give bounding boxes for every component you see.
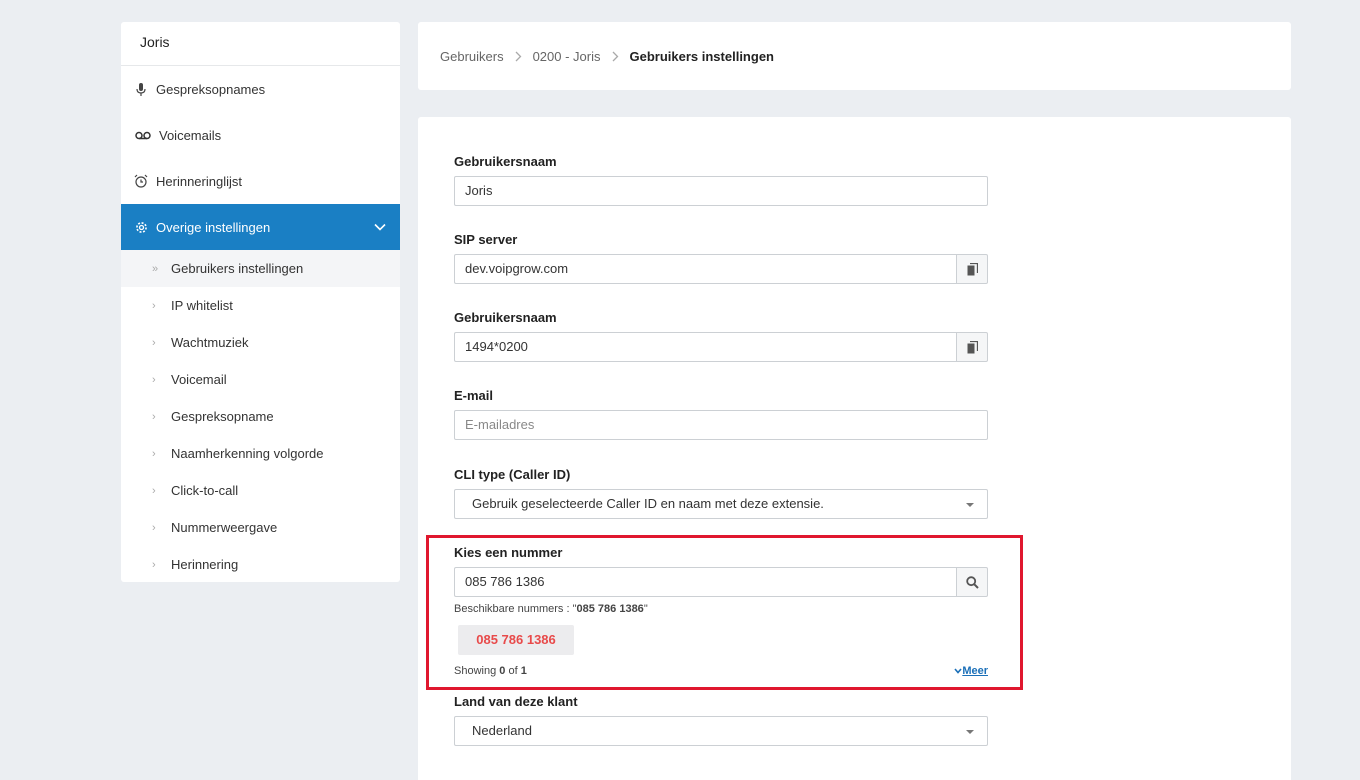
country-value: Nederland xyxy=(472,723,532,738)
sip-username-input[interactable]: 1494*0200 xyxy=(454,332,957,362)
username-input[interactable]: Joris xyxy=(454,176,988,206)
sidebar-subitem-nummerweergave[interactable]: › Nummerweergave xyxy=(121,509,400,546)
sidebar-subitem-click-to-call[interactable]: › Click-to-call xyxy=(121,472,400,509)
sidebar-subitem-label: Wachtmuziek xyxy=(171,335,249,350)
sidebar-item-overige-instellingen[interactable]: Overige instellingen xyxy=(121,204,400,250)
sidebar-title: Joris xyxy=(121,22,400,66)
sip-username-label: Gebruikersnaam xyxy=(454,310,557,325)
sidebar-subitem-naamherkenning-volgorde[interactable]: › Naamherkenning volgorde xyxy=(121,435,400,472)
breadcrumb-user[interactable]: 0200 - Joris xyxy=(533,49,601,64)
country-field-group: Land van deze klant Nederland xyxy=(454,694,988,746)
dropdown-caret-icon xyxy=(966,503,974,507)
country-label: Land van deze klant xyxy=(454,694,578,709)
pagination-info: Showing 0 of 1 Meer xyxy=(454,665,988,677)
double-chevron-right-icon: » xyxy=(152,262,159,275)
chevron-right-icon: › xyxy=(152,521,156,534)
chevron-right-icon: › xyxy=(152,336,156,349)
sidebar-item-label: Gespreksopnames xyxy=(156,81,266,97)
cli-type-label: CLI type (Caller ID) xyxy=(454,467,571,482)
sidebar: Joris Gespreksopnames Voicemails Herinne… xyxy=(121,22,400,582)
chevron-right-icon: › xyxy=(152,373,156,386)
sidebar-subitem-ip-whitelist[interactable]: › IP whitelist xyxy=(121,287,400,324)
sip-server-field-group: SIP server dev.voipgrow.com xyxy=(454,232,988,284)
search-icon xyxy=(965,575,979,589)
number-label: Kies een nummer xyxy=(454,545,563,560)
chevron-right-icon: › xyxy=(152,447,156,460)
alarm-clock-icon xyxy=(134,174,148,188)
breadcrumb-current: Gebruikers instellingen xyxy=(629,48,775,64)
showing-total: 1 xyxy=(520,665,527,677)
sidebar-subitem-label: Nummerweergave xyxy=(171,520,278,535)
breadcrumb-gebruikers[interactable]: Gebruikers xyxy=(440,49,504,64)
chevron-right-icon: › xyxy=(152,558,156,571)
chevron-right-icon: › xyxy=(152,410,156,423)
sidebar-subitem-label: Naamherkenning volgorde xyxy=(171,446,324,461)
copy-sip-server-button[interactable] xyxy=(956,254,988,284)
dropdown-caret-icon xyxy=(966,730,974,734)
sidebar-item-label: Overige instellingen xyxy=(156,219,271,235)
copy-icon xyxy=(967,340,978,353)
sidebar-item-label: Voicemails xyxy=(159,127,222,143)
email-field-group: E-mail E-mailadres xyxy=(454,388,988,440)
email-field[interactable]: E-mailadres xyxy=(454,410,988,440)
available-numbers-hint: Beschikbare nummers : "085 786 1386" xyxy=(454,603,648,615)
voicemail-icon xyxy=(134,128,151,142)
sidebar-subitem-wachtmuziek[interactable]: › Wachtmuziek xyxy=(121,324,400,361)
number-field-group: Kies een nummer 085 786 1386 Beschikbare… xyxy=(454,545,988,679)
email-label: E-mail xyxy=(454,388,494,403)
number-search-input[interactable]: 085 786 1386 xyxy=(454,567,957,597)
sidebar-subitem-label: Gespreksopname xyxy=(171,409,274,424)
sidebar-subitem-herinnering[interactable]: › Herinnering xyxy=(121,546,400,583)
available-number: 085 786 1386 xyxy=(576,603,644,615)
sidebar-subitem-gebruikers-instellingen[interactable]: » Gebruikers instellingen xyxy=(121,250,400,287)
cli-type-select[interactable]: Gebruik geselecteerde Caller ID en naam … xyxy=(454,489,988,519)
sidebar-item-gespreksopnames[interactable]: Gespreksopnames xyxy=(121,66,400,112)
sidebar-subitem-label: Click-to-call xyxy=(171,483,239,498)
cli-type-field-group: CLI type (Caller ID) Gebruik geselecteer… xyxy=(454,467,988,519)
microphone-icon xyxy=(134,82,148,96)
sip-username-field-group: Gebruikersnaam 1494*0200 xyxy=(454,310,988,362)
sidebar-subitem-gespreksopname[interactable]: › Gespreksopname xyxy=(121,398,400,435)
sidebar-item-voicemails[interactable]: Voicemails xyxy=(121,112,400,158)
chevron-right-icon xyxy=(612,51,619,62)
sidebar-subitem-label: IP whitelist xyxy=(171,298,233,313)
copy-icon xyxy=(967,262,978,275)
username-label: Gebruikersnaam xyxy=(454,154,557,169)
chevron-right-icon: › xyxy=(152,484,156,497)
gear-icon xyxy=(134,220,148,234)
copy-sip-username-button[interactable] xyxy=(956,332,988,362)
sidebar-item-herinneringlijst[interactable]: Herinneringlijst xyxy=(121,158,400,204)
chevron-right-icon xyxy=(515,51,522,62)
sip-server-input[interactable]: dev.voipgrow.com xyxy=(454,254,957,284)
cli-type-value: Gebruik geselecteerde Caller ID en naam … xyxy=(472,496,824,511)
sip-server-label: SIP server xyxy=(454,232,518,247)
sidebar-item-label: Herinneringlijst xyxy=(156,173,242,189)
settings-form: Gebruikersnaam Joris SIP server dev.voip… xyxy=(418,117,1291,780)
username-field-group: Gebruikersnaam Joris xyxy=(454,154,988,206)
number-search-button[interactable] xyxy=(956,567,988,597)
more-link[interactable]: Meer xyxy=(954,665,988,677)
chevron-right-icon: › xyxy=(152,299,156,312)
chevron-down-icon xyxy=(374,219,386,234)
sidebar-subitem-label: Voicemail xyxy=(171,372,227,387)
number-option-chip[interactable]: 085 786 1386 xyxy=(458,625,574,655)
sidebar-subitem-label: Gebruikers instellingen xyxy=(171,261,304,276)
sidebar-subitem-voicemail[interactable]: › Voicemail xyxy=(121,361,400,398)
sidebar-subitem-label: Herinnering xyxy=(171,557,239,572)
breadcrumb: Gebruikers 0200 - Joris Gebruikers inste… xyxy=(418,22,1291,90)
country-select[interactable]: Nederland xyxy=(454,716,988,746)
